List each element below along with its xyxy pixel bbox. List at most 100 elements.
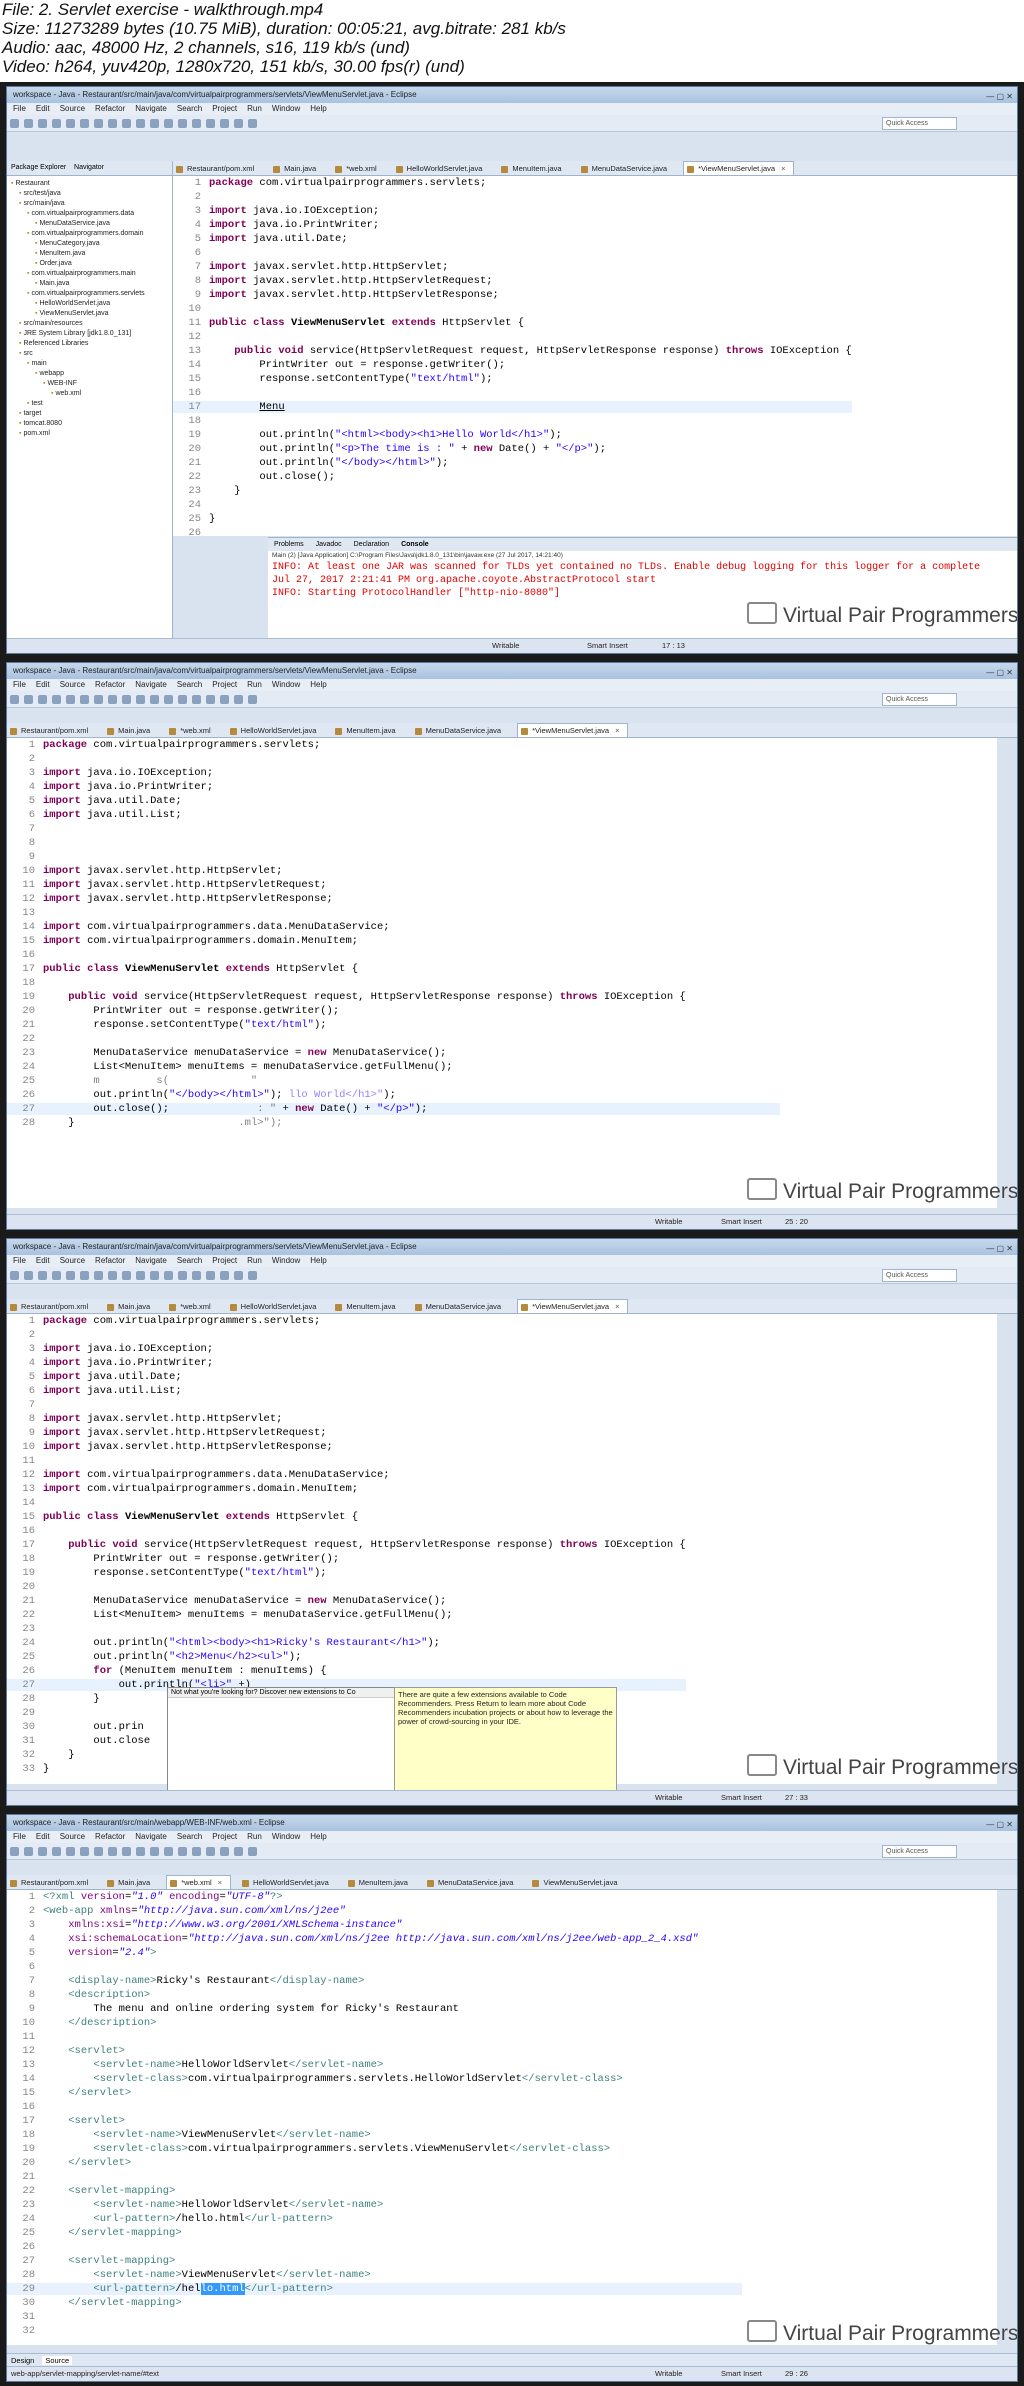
explorer-tabs[interactable]: Package Explorer Navigator [7, 161, 172, 176]
tree-item[interactable]: ▪ JRE System Library [jdk1.8.0_131] [11, 329, 172, 339]
tree-item[interactable]: ▪ target [11, 409, 172, 419]
editor-tab[interactable]: Main.java [104, 1876, 158, 1889]
menu-item[interactable]: File [13, 1832, 26, 1841]
menu-item[interactable]: Search [177, 1256, 202, 1265]
quick-access-input[interactable]: Quick Access [882, 117, 957, 130]
editor-tab[interactable]: Restaurant/pom.xml [173, 162, 262, 175]
menu-item[interactable]: Help [310, 680, 326, 689]
menu-item[interactable]: Source [60, 1832, 85, 1841]
editor-tab[interactable]: *web.xml [332, 162, 384, 175]
console-tabs[interactable]: Problems Javadoc Declaration Console [268, 538, 1017, 551]
editor-tab[interactable]: Main.java [104, 1300, 158, 1313]
content-assist-hint[interactable]: Not what you're looking for? Discover ne… [168, 1688, 394, 1698]
menu-item[interactable]: Edit [36, 680, 50, 689]
menu-item[interactable]: Source [60, 104, 85, 113]
close-tab-icon[interactable]: × [615, 1302, 619, 1311]
menu-item[interactable]: Help [310, 104, 326, 113]
menu-item[interactable]: Project [212, 1832, 237, 1841]
window-controls-icon[interactable]: — ▢ ✕ [986, 1241, 1013, 1255]
editor-tab[interactable]: MenuDataService.java [424, 1876, 521, 1889]
tree-item[interactable]: ▪ main [11, 359, 172, 369]
tree-item[interactable]: ▪ Restaurant [11, 179, 172, 189]
editor-tab[interactable]: MenuDataService.java [412, 1300, 509, 1313]
tree-item[interactable]: ▪ tomcat.8080 [11, 419, 172, 429]
tree-item[interactable]: ▪ MenuCategory.java [11, 239, 172, 249]
editor-tab[interactable]: *ViewMenuServlet.java × [517, 723, 629, 737]
menu-item[interactable]: Run [247, 1256, 262, 1265]
editor-tab[interactable]: Restaurant/pom.xml [7, 724, 96, 737]
editor-tab[interactable]: HelloWorldServlet.java [239, 1876, 337, 1889]
editor-tab[interactable]: *web.xml [166, 1300, 218, 1313]
menu-item[interactable]: Navigate [135, 1256, 167, 1265]
window-controls-icon[interactable]: — ▢ ✕ [986, 89, 1013, 103]
editor-tab[interactable]: MenuItem.java [332, 724, 403, 737]
menu-item[interactable]: File [13, 104, 26, 113]
xml-editor[interactable]: 1 <?xml version="1.0" encoding="UTF-8"?> … [7, 1890, 997, 2345]
quick-access-input[interactable]: Quick Access [882, 1269, 957, 1282]
tree-item[interactable]: ▪ Main.java [11, 279, 172, 289]
code-editor[interactable]: 1 package com.virtualpairprogrammers.serv… [7, 738, 997, 1208]
menu-item[interactable]: Search [177, 680, 202, 689]
editor-tab[interactable]: MenuItem.java [332, 1300, 403, 1313]
tree-item[interactable]: ▪ Order.java [11, 259, 172, 269]
tree-item[interactable]: ▪ src/test/java [11, 189, 172, 199]
content-assist-popup[interactable]: Not what you're looking for? Discover ne… [167, 1687, 395, 1805]
tree-item[interactable]: ▪ WEB-INF [11, 379, 172, 389]
menu-item[interactable]: Navigate [135, 1832, 167, 1841]
menu-item[interactable]: Edit [36, 104, 50, 113]
menu-item[interactable]: Run [247, 104, 262, 113]
window-controls-icon[interactable]: — ▢ ✕ [986, 665, 1013, 679]
editor-tab[interactable]: Restaurant/pom.xml [7, 1300, 96, 1313]
editor-tab[interactable]: *web.xml [166, 724, 218, 737]
tree-item[interactable]: ▪ Referenced Libraries [11, 339, 172, 349]
tree-item[interactable]: ▪ src/main/resources [11, 319, 172, 329]
menu-item[interactable]: Search [177, 104, 202, 113]
menu-item[interactable]: Window [272, 680, 300, 689]
close-tab-icon[interactable]: × [218, 1878, 222, 1887]
editor-tabs[interactable]: Restaurant/pom.xml Main.java *web.xml × Hell… [7, 1875, 1017, 1890]
menu-item[interactable]: Run [247, 1832, 262, 1841]
editor-tab[interactable]: Restaurant/pom.xml [7, 1876, 96, 1889]
editor-tab[interactable]: *ViewMenuServlet.java × [683, 161, 795, 175]
menu-item[interactable]: Project [212, 1256, 237, 1265]
menu-item[interactable]: Run [247, 680, 262, 689]
editor-tab[interactable]: MenuDataService.java [578, 162, 675, 175]
menu-item[interactable]: Navigate [135, 104, 167, 113]
project-tree[interactable]: ▪ Restaurant ▪ src/test/java ▪ src/main/ja… [7, 176, 172, 439]
close-tab-icon[interactable]: × [781, 164, 785, 173]
editor-tab[interactable]: HelloWorldServlet.java [393, 162, 491, 175]
editor-tab[interactable]: *ViewMenuServlet.java × [517, 1299, 629, 1313]
menu-item[interactable]: Project [212, 680, 237, 689]
editor-tab[interactable]: Main.java [270, 162, 324, 175]
editor-tab[interactable]: *web.xml × [166, 1875, 232, 1889]
tree-item[interactable]: ▪ com.virtualpairprogrammers.main [11, 269, 172, 279]
menu-item[interactable]: Window [272, 1256, 300, 1265]
tree-item[interactable]: ▪ src [11, 349, 172, 359]
menu-item[interactable]: Window [272, 1832, 300, 1841]
menu-item[interactable]: Search [177, 1832, 202, 1841]
tree-item[interactable]: ▪ MenuDataService.java [11, 219, 172, 229]
close-tab-icon[interactable]: × [615, 726, 619, 735]
editor-tab[interactable]: HelloWorldServlet.java [227, 724, 325, 737]
editor-mode-tabs[interactable]: Design Source [7, 2353, 1017, 2367]
menu-item[interactable]: Edit [36, 1256, 50, 1265]
code-editor[interactable]: 1 package com.virtualpairprogrammers.serv… [173, 176, 1017, 536]
window-controls-icon[interactable]: — ▢ ✕ [986, 1817, 1013, 1831]
editor-tab[interactable]: Main.java [104, 724, 158, 737]
menu-item[interactable]: Source [60, 680, 85, 689]
editor-tabs[interactable]: Restaurant/pom.xml Main.java *web.xml Hello… [7, 723, 1017, 738]
editor-tab[interactable]: MenuDataService.java [412, 724, 509, 737]
tree-item[interactable]: ▪ webapp [11, 369, 172, 379]
tree-item[interactable]: ▪ com.virtualpairprogrammers.servlets [11, 289, 172, 299]
tree-item[interactable]: ▪ ViewMenuServlet.java [11, 309, 172, 319]
menu-item[interactable]: Help [310, 1256, 326, 1265]
menu-item[interactable]: Window [272, 104, 300, 113]
editor-tab[interactable]: HelloWorldServlet.java [227, 1300, 325, 1313]
design-tab[interactable]: Design [11, 2356, 34, 2365]
editor-tab[interactable]: MenuItem.java [345, 1876, 416, 1889]
source-tab[interactable]: Source [42, 2356, 73, 2365]
menu-item[interactable]: Refactor [95, 1832, 125, 1841]
menu-item[interactable]: File [13, 680, 26, 689]
menu-item[interactable]: Refactor [95, 104, 125, 113]
menu-item[interactable]: File [13, 1256, 26, 1265]
